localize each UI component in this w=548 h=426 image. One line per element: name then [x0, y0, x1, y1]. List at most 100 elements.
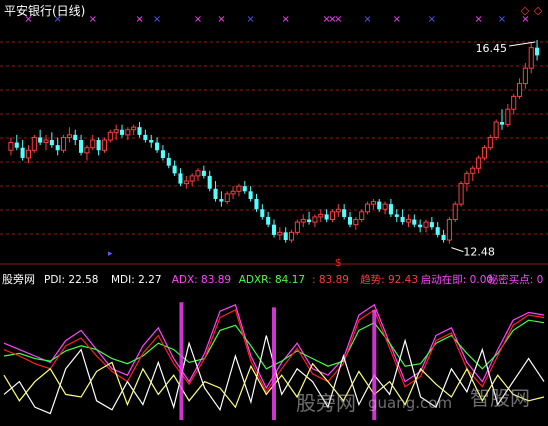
candle-body-50 — [300, 219, 306, 223]
top-marker-14: × — [428, 14, 436, 25]
candle-body-37 — [224, 193, 230, 203]
top-marker-8: × — [281, 14, 289, 25]
candle-body-14 — [90, 139, 96, 149]
candle-body-47 — [283, 232, 288, 241]
candle-body-35 — [213, 188, 218, 199]
candle-body-43 — [260, 209, 265, 217]
candle-body-69 — [412, 219, 417, 225]
candle-body-38 — [230, 190, 236, 195]
indicator-spike-0 — [179, 302, 184, 420]
candle-body-13 — [84, 147, 90, 154]
candle-body-36 — [219, 199, 224, 202]
candle-body-86 — [511, 95, 517, 110]
candle-body-79 — [470, 167, 476, 174]
candle-body-2 — [20, 147, 25, 158]
indicator-title: 股旁网 — [2, 272, 35, 286]
candle-body-4 — [31, 136, 37, 151]
arrow-marker: ▸ — [108, 249, 113, 259]
candle-body-23 — [143, 134, 148, 140]
candle-body-32 — [195, 170, 201, 177]
candle-body-59 — [353, 219, 359, 226]
candle-body-63 — [377, 201, 382, 210]
candle-body-74 — [441, 234, 446, 241]
indicator-spike-1 — [272, 307, 276, 420]
candle-body-78 — [464, 172, 470, 185]
candle-body-56 — [335, 208, 341, 213]
top-marker-3: × — [135, 14, 143, 25]
candle-body-40 — [242, 186, 247, 192]
candle-body-46 — [277, 231, 283, 236]
candle-body-29 — [178, 173, 183, 184]
top-marker-16: × — [498, 14, 506, 25]
candle-body-0 — [8, 142, 14, 151]
candle-body-57 — [342, 209, 347, 217]
candle-body-25 — [155, 142, 160, 151]
candle-body-49 — [294, 221, 300, 233]
legend-item-2: ADX: 83.89 — [172, 274, 231, 286]
watermark-text-0: 股旁网 — [296, 391, 356, 415]
candle-body-45 — [271, 224, 277, 235]
candle-body-5 — [38, 137, 43, 143]
candle-body-87 — [516, 83, 523, 97]
candle-body-31 — [189, 175, 195, 182]
candle-body-27 — [166, 157, 171, 166]
candle-body-21 — [131, 126, 137, 131]
watermark-text-2: 智股网 — [470, 386, 530, 410]
candle-body-65 — [388, 204, 393, 215]
candle-body-8 — [55, 145, 60, 151]
candle-body-9 — [60, 136, 67, 151]
legend-item-1: MDI: 2.27 — [111, 274, 162, 286]
candle-body-71 — [423, 221, 429, 228]
candle-body-68 — [405, 219, 412, 223]
diamond-0: ◇ — [521, 4, 530, 17]
legend-item-5: 趋势: 92.43 — [360, 273, 418, 286]
dollar-marker: $ — [335, 256, 342, 269]
legend-item-7: 秘密买点: 0 — [488, 273, 544, 286]
legend-item-6: 启动在即: 0.00 — [421, 273, 493, 286]
candle-body-80 — [476, 157, 482, 169]
legend-item-4: : 83.89 — [312, 274, 349, 286]
candle-body-54 — [324, 214, 329, 220]
candle-body-30 — [183, 180, 189, 185]
top-marker-7: × — [246, 14, 254, 25]
watermark-text-1: guang.com — [368, 394, 452, 412]
candle-body-20 — [125, 129, 131, 136]
candle-body-51 — [307, 219, 312, 223]
candle-body-82 — [487, 136, 493, 149]
top-marker-11: × — [334, 14, 342, 25]
candle-body-77 — [458, 183, 464, 205]
candle-body-84 — [499, 122, 505, 125]
candle-body-90 — [535, 47, 540, 56]
candle-body-15 — [96, 140, 101, 151]
top-marker-2: × — [89, 14, 97, 25]
candle-body-62 — [370, 201, 376, 205]
top-marker-6: × — [217, 14, 225, 25]
candle-body-76 — [452, 203, 458, 221]
candle-body-18 — [113, 129, 119, 133]
candle-body-10 — [66, 134, 72, 138]
high-price-label: 16.45 — [476, 42, 508, 55]
candle-body-26 — [160, 150, 165, 158]
candle-body-72 — [429, 222, 434, 228]
candle-body-34 — [207, 175, 212, 189]
candle-body-73 — [435, 227, 440, 235]
stock-chart: × × × × × × × × × ××× × × × × × × 16.4512.48$▸ 平安银行(日线)… — [0, 0, 548, 426]
candle-body-88 — [522, 67, 528, 85]
candle-body-83 — [493, 121, 499, 138]
candle-body-17 — [107, 131, 113, 141]
candle-body-58 — [347, 216, 353, 225]
indicator-legend: 股旁网 PDI: 22.58 MDI: 2.27 ADX: 83.89 ADXR: 84… — [2, 272, 543, 286]
candle-body-19 — [119, 129, 125, 135]
candle-body-6 — [43, 139, 49, 144]
candle-body-1 — [14, 142, 19, 148]
top-marker-5: × — [194, 14, 202, 25]
candle-body-42 — [254, 199, 259, 210]
legend-item-0: PDI: 22.58 — [44, 274, 98, 286]
top-marker-13: × — [393, 14, 401, 25]
candle-body-81 — [481, 147, 488, 159]
candle-body-24 — [149, 140, 154, 143]
candle-body-75 — [446, 219, 452, 241]
candle-body-89 — [528, 47, 534, 69]
candle-body-16 — [101, 139, 108, 151]
top-marker-4: × — [153, 14, 161, 25]
